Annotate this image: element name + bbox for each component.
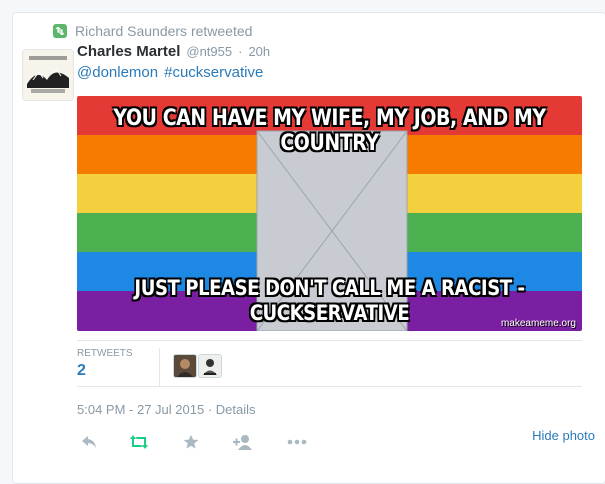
reply-icon[interactable]	[79, 432, 99, 452]
more-icon[interactable]	[287, 432, 307, 452]
tweet-card: Richard Saunders retweeted Charles Marte…	[12, 12, 605, 484]
details-link[interactable]: Details	[216, 402, 256, 417]
author-handle[interactable]: @nt955	[186, 44, 232, 59]
retweet-badge-icon	[53, 24, 67, 38]
stats-separator	[159, 348, 160, 386]
retweeter-avatar-1[interactable]	[173, 354, 197, 378]
hide-photo-link[interactable]: Hide photo	[532, 428, 595, 443]
tweet-full-timestamp[interactable]: 5:04 PM - 27 Jul 2015	[77, 402, 204, 417]
tweet-relative-time[interactable]: 20h	[248, 44, 270, 59]
tweet-text: @donlemon #cuckservative	[77, 64, 269, 81]
stats-top-divider	[77, 340, 582, 341]
retweet-icon[interactable]	[129, 432, 149, 452]
retweet-context: Richard Saunders retweeted	[53, 23, 252, 39]
meme-top-caption: YOU CAN HAVE MY WIFE, MY JOB, AND MY COU…	[113, 106, 546, 156]
retweets-label: RETWEETS	[77, 348, 133, 359]
tweet-actions	[77, 432, 582, 452]
follow-icon[interactable]	[233, 432, 253, 452]
retweets-count[interactable]: 2	[77, 362, 86, 380]
stats-bottom-divider	[77, 386, 582, 387]
author-avatar[interactable]	[22, 49, 74, 101]
meme-bottom-caption-line2: CUCKSERVATIVE	[249, 301, 410, 325]
tweet-stats: RETWEETS 2	[77, 348, 582, 386]
hashtag-link[interactable]: #cuckservative	[164, 64, 263, 81]
meme-bottom-caption: JUST PLEASE DON'T CALL ME A RACIST - CUC…	[112, 276, 546, 326]
author-display-name[interactable]: Charles Martel	[77, 43, 180, 60]
tweet-media-photo[interactable]: YOU CAN HAVE MY WIFE, MY JOB, AND MY COU…	[77, 96, 582, 331]
mention-link[interactable]: @donlemon	[77, 64, 158, 81]
tweet-timestamp-details: 5:04 PM - 27 Jul 2015 · Details	[77, 402, 256, 417]
retweeted-by-text[interactable]: Richard Saunders retweeted	[75, 23, 252, 39]
header-separator: ·	[238, 44, 243, 59]
watermark-text: makeameme.org	[500, 318, 576, 329]
favorite-icon[interactable]	[181, 432, 201, 452]
tweet-header: Charles Martel @nt955 · 20h	[77, 43, 270, 60]
retweeter-avatar-2[interactable]	[198, 354, 222, 378]
timestamp-separator: ·	[207, 402, 213, 417]
meme-bottom-caption-line1: JUST PLEASE DON'T CALL ME A RACIST -	[134, 276, 525, 300]
